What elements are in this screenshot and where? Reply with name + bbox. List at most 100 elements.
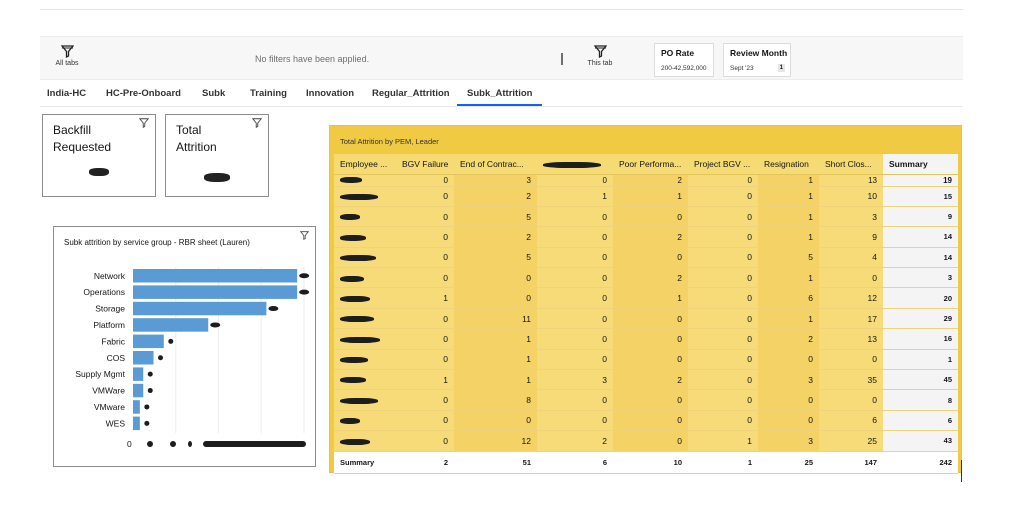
employee-name-cell (334, 389, 396, 411)
value-cell: 0 (688, 174, 758, 187)
column-header[interactable]: Employee ... (334, 154, 396, 175)
employee-name-cell (334, 267, 396, 289)
table-row[interactable]: 1 0 0 1 0 6 12 20 (334, 287, 958, 309)
summary-cell: 45 (883, 369, 958, 391)
value-cell: 0 (688, 186, 758, 207)
table-row[interactable]: 00000066 (334, 410, 958, 432)
total-cell: 6 (537, 450, 613, 474)
column-header[interactable]: Resignation (758, 154, 819, 175)
employee-name-cell (334, 430, 396, 452)
table-row[interactable]: 0 5 0 0 0 5 4 14 (334, 247, 958, 269)
table-row[interactable]: 0 1 0 0 0 2 13 16 (334, 328, 958, 350)
tab-regular-attrition[interactable]: Regular_Attrition (372, 88, 450, 99)
column-header[interactable]: Poor Performa... (613, 154, 688, 175)
value-cell: 13 (819, 328, 883, 350)
value-cell: 6 (758, 287, 819, 309)
value-cell: 2 (454, 226, 537, 248)
table-row[interactable]: 1 1 3 2 0 3 35 45 (334, 369, 958, 391)
all-tabs-filter-button[interactable]: All tabs (47, 45, 87, 67)
value-cell: 0 (396, 410, 454, 432)
column-header[interactable]: Short Clos... (819, 154, 883, 175)
value-cell: 0 (537, 328, 613, 350)
table-row[interactable]: 0 12 2 0 1 3 25 43 (334, 430, 958, 452)
value-cell: 2 (613, 226, 688, 248)
value-cell: 0 (758, 410, 819, 432)
redacted-data-label (144, 404, 150, 410)
bar[interactable] (133, 351, 154, 365)
value-cell: 1 (454, 369, 537, 391)
tab-hc-pre-onboard[interactable]: HC-Pre-Onboard (106, 88, 181, 99)
tab-training[interactable]: Training (250, 88, 287, 99)
tab-subk[interactable]: Subk (202, 88, 225, 99)
column-header[interactable]: Project BGV ... (688, 154, 758, 175)
bar[interactable] (133, 367, 144, 381)
kpi-title-line2: Requested (53, 140, 112, 154)
value-cell: 0 (396, 247, 454, 269)
total-attrition-card[interactable]: Total Attrition (165, 114, 269, 197)
bar[interactable] (133, 334, 164, 349)
column-header[interactable] (537, 154, 613, 175)
value-cell: 0 (454, 287, 537, 309)
value-cell: 0 (819, 267, 883, 289)
value-cell: 0 (396, 186, 454, 207)
table-row[interactable]: 00020103 (334, 267, 958, 289)
value-cell: 2 (613, 267, 688, 289)
value-cell: 2 (613, 174, 688, 187)
value-cell: 6 (819, 410, 883, 432)
table-row[interactable]: 0 3 0 2 0 1 13 19 (334, 174, 958, 187)
tab-divider (40, 106, 963, 107)
funnel-icon[interactable] (252, 118, 262, 128)
filter-divider[interactable] (561, 53, 563, 65)
category-label: Supply Mgmt (75, 369, 125, 379)
value-cell: 0 (396, 389, 454, 411)
redacted-name (340, 377, 366, 384)
value-cell: 0 (613, 206, 688, 228)
value-cell: 0 (537, 206, 613, 228)
summary-cell: 20 (883, 287, 958, 309)
tab-india-hc[interactable]: India-HC (47, 88, 86, 99)
tab-innovation[interactable]: Innovation (306, 88, 354, 99)
value-cell: 0 (819, 349, 883, 371)
value-cell: 3 (819, 206, 883, 228)
bar[interactable] (133, 383, 144, 398)
column-header[interactable]: End of Contrac... (454, 154, 537, 175)
bar[interactable] (133, 416, 140, 431)
value-cell: 8 (454, 389, 537, 411)
table-row[interactable]: 0 11 0 0 0 1 17 29 (334, 308, 958, 330)
funnel-icon[interactable] (139, 118, 149, 128)
value-cell: 0 (396, 226, 454, 248)
redacted-data-label (158, 355, 164, 361)
table-row[interactable]: 05000139 (334, 206, 958, 228)
table-row[interactable]: 08000008 (334, 389, 958, 411)
total-cell: 10 (613, 450, 688, 474)
backfill-requested-card[interactable]: Backfill Requested (42, 114, 156, 197)
redacted-tick (147, 441, 153, 447)
value-cell: 1 (613, 287, 688, 309)
table-row[interactable]: 0 2 1 1 0 1 10 15 (334, 186, 958, 207)
bar[interactable] (133, 269, 298, 283)
value-cell: 5 (454, 206, 537, 228)
table-total-row: Summary 2 51 6 10 1 25 147 242 (334, 450, 958, 474)
bar[interactable] (133, 285, 298, 299)
filter-count-badge: 1 (777, 64, 785, 72)
table-row[interactable]: 0 2 0 2 0 1 9 14 (334, 226, 958, 248)
table-title: Total Attrition by PEM, Leader (340, 137, 439, 146)
table-row[interactable]: 01000001 (334, 349, 958, 371)
value-cell: 2 (758, 328, 819, 350)
bar[interactable] (133, 400, 140, 414)
value-cell: 1 (613, 186, 688, 207)
column-header[interactable]: BGV Failure (396, 154, 454, 175)
value-cell: 1 (758, 226, 819, 248)
column-header[interactable]: Summary (883, 154, 958, 175)
bar[interactable] (133, 318, 209, 332)
review-month-filter-chip[interactable]: Review Month Sept '23 1 (723, 43, 791, 77)
value-cell: 0 (454, 410, 537, 432)
this-tab-filter-button[interactable]: This tab (580, 45, 620, 67)
tab-subk-attrition[interactable]: Subk_Attrition (457, 88, 543, 106)
value-cell: 0 (758, 349, 819, 371)
po-rate-filter-chip[interactable]: PO Rate 200-42,592,000 (654, 43, 714, 77)
value-cell: 10 (819, 186, 883, 207)
bar[interactable] (133, 301, 267, 316)
value-cell: 0 (396, 308, 454, 330)
summary-cell: 15 (883, 186, 958, 207)
